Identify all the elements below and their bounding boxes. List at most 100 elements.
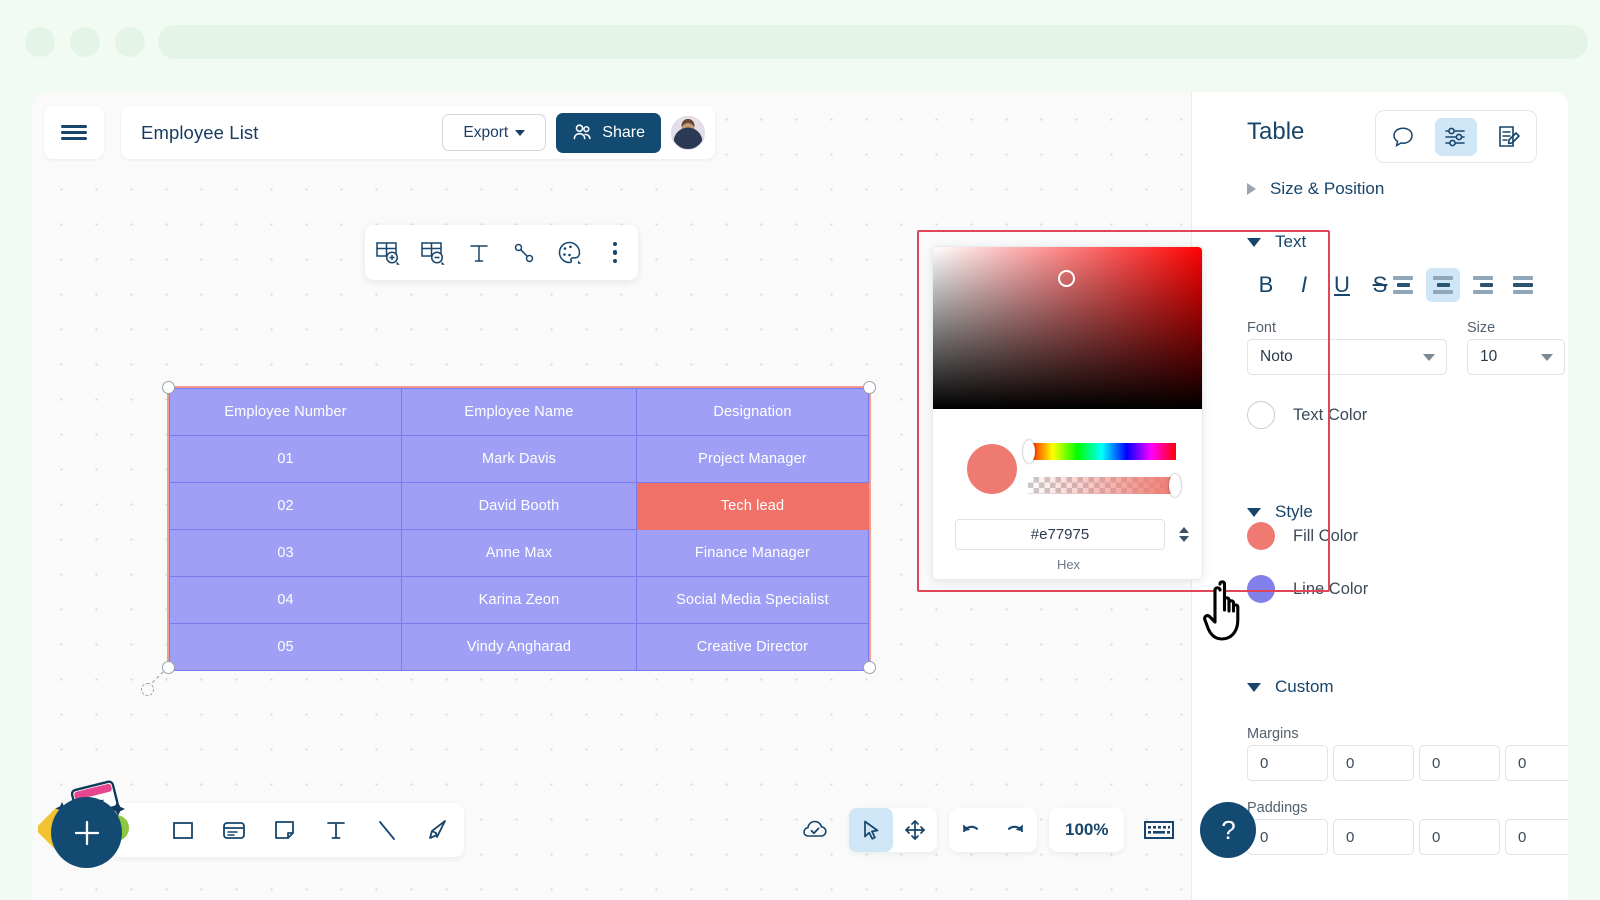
table-cell[interactable]: Finance Manager [635,529,870,577]
margin-input-bottom[interactable]: 0 [1419,745,1500,781]
table-shape[interactable]: Employee Number Employee Name Designatio… [141,381,876,696]
table-cell[interactable]: 03 [168,529,403,577]
resize-handle-top-left[interactable] [162,381,175,394]
hex-stepper[interactable] [1176,519,1192,550]
padding-input-right[interactable]: 0 [1333,819,1414,855]
connector-button[interactable] [506,235,542,271]
pan-tool-button[interactable] [893,808,937,852]
connector-icon [515,243,534,262]
margin-input-left[interactable]: 0 [1505,745,1568,781]
rotate-handle[interactable] [141,683,154,696]
padding-input-top[interactable]: 0 [1247,819,1328,855]
saturation-value-field[interactable] [933,247,1202,409]
table-row: 02 David Booth Tech lead [168,482,870,530]
picker-ring-icon[interactable] [1058,270,1075,287]
pen-tool[interactable] [419,811,457,849]
text-tool[interactable] [317,811,355,849]
table-header-row: Employee Number Employee Name Designatio… [168,388,870,436]
undo-button[interactable] [949,808,993,852]
properties-tab[interactable] [1434,117,1477,156]
hue-slider[interactable] [1028,443,1176,460]
table-cell[interactable]: 05 [168,623,403,671]
margins-label: Margins [1247,726,1299,742]
palette-button[interactable] [552,235,588,271]
table-cell[interactable]: Anne Max [401,529,637,577]
text-icon [470,244,488,262]
margin-input-top[interactable]: 0 [1247,745,1328,781]
align-left-button[interactable] [1386,268,1420,302]
current-color-swatch [967,444,1017,494]
resize-handle-bottom-left[interactable] [162,661,175,674]
hamburger-icon [61,124,87,129]
table-cell[interactable]: Vindy Angharad [401,623,637,671]
section-label: Custom [1275,677,1334,696]
redo-button[interactable] [993,808,1037,852]
table-cell[interactable]: David Booth [401,482,637,530]
section-custom[interactable]: Custom [1247,677,1334,697]
app-window: Employee List Export Share Employee Numb… [33,92,1568,900]
padding-input-bottom[interactable]: 0 [1419,819,1500,855]
sticky-note-tool[interactable] [266,811,304,849]
table-cell[interactable]: 04 [168,576,403,624]
panel-tab-group [1375,110,1537,163]
table-cell[interactable]: 01 [168,435,403,483]
notes-tab[interactable] [1488,118,1530,156]
table-header-cell[interactable]: Employee Number [168,388,403,436]
alpha-slider-knob[interactable] [1169,474,1181,497]
help-button[interactable]: ? [1200,802,1257,858]
hue-slider-knob[interactable] [1023,440,1035,463]
keyboard-shortcuts-button[interactable] [1136,808,1182,852]
table-cell-highlighted[interactable]: Tech lead [635,482,870,530]
tool-mode-group [849,808,937,852]
pen-icon [429,820,447,839]
rectangle-tool[interactable] [164,811,202,849]
align-right-button[interactable] [1466,268,1500,302]
add-row-button[interactable] [370,235,406,271]
table-cell[interactable]: Social Media Specialist [635,576,870,624]
save-status-button[interactable] [793,808,837,852]
document-title[interactable]: Employee List [141,122,442,144]
size-label: Size [1467,320,1496,336]
table-header-cell[interactable]: Employee Name [401,388,637,436]
alpha-slider[interactable] [1028,477,1176,494]
text-icon [327,822,345,839]
align-center-button[interactable] [1426,268,1460,302]
export-label: Export [463,123,509,141]
align-justify-button[interactable] [1506,268,1540,302]
margins-inputs: 0 0 0 0 [1247,745,1568,781]
share-button[interactable]: Share [556,112,661,153]
browser-dot-3 [115,27,145,57]
more-options-button[interactable] [597,235,633,271]
export-button[interactable]: Export [442,114,547,151]
line-tool[interactable] [368,811,406,849]
chevron-down-icon [1423,353,1435,361]
stepper-down-icon[interactable] [1179,536,1189,542]
table-cell[interactable]: Creative Director [635,623,870,671]
text-button[interactable] [461,235,497,271]
margin-input-right[interactable]: 0 [1333,745,1414,781]
table-cell[interactable]: 02 [168,482,403,530]
avatar[interactable] [671,115,705,150]
stepper-up-icon[interactable] [1179,527,1189,533]
browser-chrome [0,0,1600,92]
section-size-position[interactable]: Size & Position [1247,179,1384,199]
card-tool[interactable] [215,811,253,849]
zoom-level[interactable]: 100% [1049,808,1125,852]
table-cell[interactable]: Mark Davis [401,435,637,483]
select-tool-button[interactable] [849,808,893,852]
padding-input-left[interactable]: 0 [1505,819,1568,855]
table-cell[interactable]: Project Manager [635,435,870,483]
hamburger-menu-button[interactable] [44,106,104,159]
resize-handle-top-right[interactable] [863,381,876,394]
hex-label: Hex [1056,557,1081,572]
resize-handle-bottom-right[interactable] [863,661,876,674]
add-row-icon [376,241,400,265]
comments-tab[interactable] [1382,118,1424,156]
hex-input[interactable] [955,519,1165,550]
delete-row-button[interactable] [415,235,451,271]
size-select[interactable]: 10 [1467,339,1565,375]
browser-url-bar[interactable] [158,25,1588,59]
table-cell[interactable]: Karina Zeon [401,576,637,624]
add-button[interactable] [51,797,122,868]
table-header-cell[interactable]: Designation [635,388,870,436]
